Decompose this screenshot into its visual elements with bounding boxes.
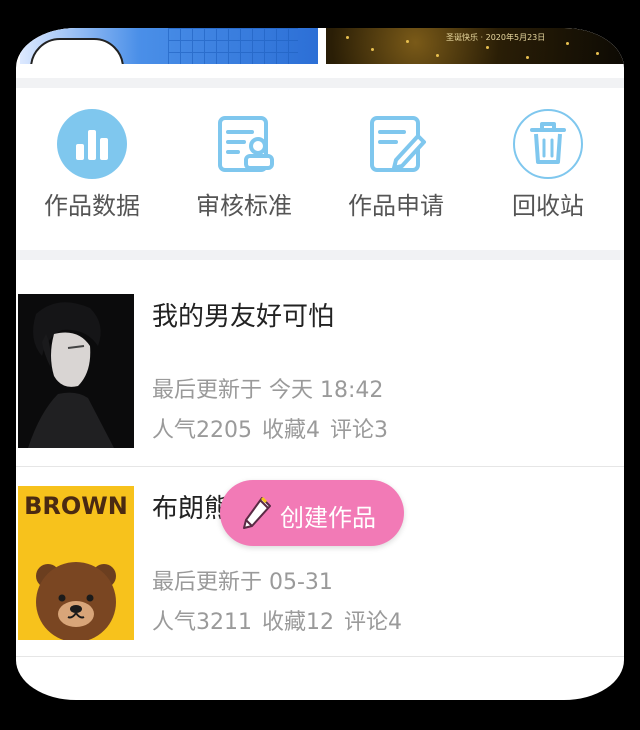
banner-caption: 圣诞快乐 · 2020年5月23日 — [446, 33, 546, 42]
grid-pattern — [168, 28, 298, 64]
content-card: 圣诞快乐 · 2020年5月23日 作品数据 审核标准 作品申请 回收站 我的男… — [16, 28, 624, 700]
favorites-count: 收藏12 — [262, 610, 334, 635]
cloud-illustration — [30, 38, 124, 64]
section-separator — [16, 250, 624, 260]
comments-count: 评论3 — [330, 418, 388, 443]
cover-brand-text: BROWN — [24, 492, 128, 520]
work-stats: 人气2205 收藏4 评论3 — [152, 412, 398, 444]
edit-document-icon — [370, 116, 426, 172]
menu-item-review-standard[interactable]: 审核标准 — [168, 96, 320, 246]
favorites-count: 收藏4 — [262, 418, 320, 443]
work-updated-time: 最后更新于 05-31 — [152, 570, 333, 595]
work-title: 布朗熊 — [152, 494, 231, 524]
work-cover-image: BROWN — [18, 486, 134, 640]
popularity-count: 人气3211 — [152, 610, 252, 635]
pencil-icon — [243, 496, 271, 529]
menu-item-work-apply[interactable]: 作品申请 — [320, 96, 472, 246]
menu-label: 回收站 — [512, 192, 584, 220]
app-screen: 圣诞快乐 · 2020年5月23日 作品数据 审核标准 作品申请 回收站 我的男… — [0, 0, 640, 730]
banner-strip: 圣诞快乐 · 2020年5月23日 — [16, 28, 624, 64]
row-divider — [16, 656, 624, 657]
work-title: 我的男友好可怕 — [152, 302, 335, 332]
work-stats: 人气3211 收藏12 评论4 — [152, 604, 412, 636]
work-updated-time: 最后更新于 今天 18:42 — [152, 378, 384, 403]
comments-count: 评论4 — [344, 610, 402, 635]
menu-label: 作品数据 — [44, 192, 140, 220]
banner-left-image[interactable] — [20, 28, 318, 64]
popularity-count: 人气2205 — [152, 418, 252, 443]
work-list-item[interactable]: 我的男友好可怕 最后更新于 今天 18:42 人气2205 收藏4 评论3 — [16, 266, 624, 456]
bar-chart-icon — [57, 109, 127, 179]
menu-item-work-data[interactable]: 作品数据 — [16, 96, 168, 246]
create-work-label: 创建作品 — [280, 504, 376, 532]
menu-label: 作品申请 — [348, 192, 444, 220]
menu-item-recycle-bin[interactable]: 回收站 — [472, 96, 624, 246]
trash-icon — [513, 109, 583, 179]
work-cover-image — [18, 294, 134, 448]
section-separator — [16, 78, 624, 88]
banner-right-image[interactable]: 圣诞快乐 · 2020年5月23日 — [326, 28, 624, 64]
quick-menu: 作品数据 审核标准 作品申请 回收站 — [16, 96, 624, 246]
create-work-button[interactable]: 创建作品 — [220, 480, 404, 546]
document-person-icon — [218, 116, 274, 172]
menu-label: 审核标准 — [196, 192, 292, 220]
